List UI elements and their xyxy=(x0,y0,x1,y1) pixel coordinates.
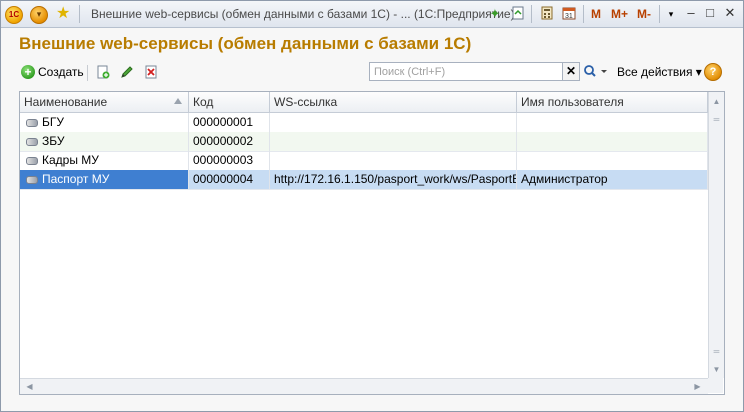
maximize-button[interactable]: □ xyxy=(702,5,718,21)
delete-mark-icon[interactable] xyxy=(143,64,159,80)
scroll-corner xyxy=(708,378,723,393)
title-bar: 1С ▾ ★ Внешние web-сервисы (обмен данным… xyxy=(1,1,743,28)
window-title: Внешние web-сервисы (обмен данными с баз… xyxy=(91,7,515,21)
column-header-name-label: Наименование xyxy=(24,95,108,109)
vertical-scrollbar[interactable]: ▲ ═ ═ ▼ xyxy=(708,92,724,378)
calendar-icon[interactable]: 31 xyxy=(561,6,577,22)
column-header-name[interactable]: Наименование xyxy=(20,92,189,112)
toolbar-separator xyxy=(87,65,88,81)
minimize-button[interactable]: – xyxy=(683,5,699,21)
memory-mminus-button[interactable]: M- xyxy=(637,6,651,22)
create-button-label: Создать xyxy=(38,65,84,79)
all-actions-menu[interactable]: Все действия ▾ xyxy=(617,65,702,79)
search-button[interactable] xyxy=(583,64,611,80)
favorites-star-icon[interactable]: ★ xyxy=(56,4,70,24)
column-header-code[interactable]: Код xyxy=(189,92,270,112)
title-separator xyxy=(79,5,80,23)
plus-icon: + xyxy=(21,65,35,79)
search-field-wrapper xyxy=(369,62,565,81)
cell-code: 000000001 xyxy=(189,113,270,132)
catalog-item-icon xyxy=(26,175,38,184)
sort-ascending-icon xyxy=(174,98,182,104)
scroll-left-icon[interactable]: ◀ xyxy=(22,379,37,394)
cell-code: 000000003 xyxy=(189,151,270,170)
memory-mplus-button[interactable]: M+ xyxy=(611,6,628,22)
search-input[interactable] xyxy=(370,63,564,80)
scroll-top-icon[interactable]: ═ xyxy=(709,112,724,127)
table-row[interactable]: БГУ 000000001 xyxy=(20,113,708,133)
cell-name: Кадры МУ xyxy=(20,151,189,170)
toolbar: + Создать ✕ Все действия ▾ ? xyxy=(1,59,743,85)
table-row-selected[interactable]: Паспорт МУ 000000004 http://172.16.1.150… xyxy=(20,170,708,190)
scroll-bottom-icon[interactable]: ═ xyxy=(709,344,724,359)
catalog-item-icon xyxy=(26,156,38,165)
catalog-item-icon xyxy=(26,118,38,127)
app-logo-icon[interactable]: 1С xyxy=(5,6,23,24)
link-icon[interactable] xyxy=(510,6,526,22)
cell-name-text: Паспорт МУ xyxy=(42,172,110,186)
scroll-right-icon[interactable]: ▶ xyxy=(690,379,705,394)
cell-name-text: ЗБУ xyxy=(42,134,65,148)
table-row[interactable]: Кадры МУ 000000003 xyxy=(20,151,708,171)
create-button[interactable]: + Создать xyxy=(21,63,84,81)
main-menu-button[interactable]: ▾ xyxy=(30,6,48,24)
cell-ws-link: http://172.16.1.150/pasport_work/ws/Pasp… xyxy=(270,170,517,189)
table-header: Наименование Код WS-ссылка Имя пользоват… xyxy=(20,92,708,113)
memory-m-button[interactable]: M xyxy=(591,6,601,22)
scroll-down-icon[interactable]: ▼ xyxy=(709,362,724,377)
cell-user xyxy=(517,151,708,170)
title-separator-2 xyxy=(531,5,532,23)
cell-code: 000000004 xyxy=(189,170,270,189)
catalog-item-icon xyxy=(26,137,38,146)
cell-user: Администратор xyxy=(517,170,708,189)
cell-code: 000000002 xyxy=(189,132,270,151)
title-separator-4 xyxy=(659,5,660,23)
calculator-icon[interactable] xyxy=(539,6,555,22)
table-row[interactable]: ЗБУ 000000002 xyxy=(20,132,708,152)
cell-ws-link xyxy=(270,151,517,170)
cell-ws-link xyxy=(270,132,517,151)
search-clear-button[interactable]: ✕ xyxy=(562,62,580,81)
edit-pencil-icon[interactable] xyxy=(119,64,135,80)
cell-user xyxy=(517,132,708,151)
column-header-ws-link[interactable]: WS-ссылка xyxy=(270,92,517,112)
window-menu-icon[interactable]: ▾ xyxy=(663,6,679,22)
close-button[interactable]: ✕ xyxy=(722,5,738,21)
app-window: 1С ▾ ★ Внешние web-сервисы (обмен данным… xyxy=(0,0,744,412)
svg-text:31: 31 xyxy=(565,13,573,20)
copy-icon[interactable] xyxy=(95,64,111,80)
chevron-down-icon: ▾ xyxy=(36,9,42,19)
column-header-user[interactable]: Имя пользователя xyxy=(517,92,708,112)
title-separator-3 xyxy=(583,5,584,23)
cell-name: БГУ xyxy=(20,113,189,132)
cell-user xyxy=(517,113,708,132)
cell-name: Паспорт МУ xyxy=(20,170,189,189)
add-to-favorites-icon[interactable]: ✦ xyxy=(487,6,503,22)
cell-name-text: Кадры МУ xyxy=(42,153,99,167)
cell-name-text: БГУ xyxy=(42,115,64,129)
cell-ws-link xyxy=(270,113,517,132)
page-title: Внешние web-сервисы (обмен данными с баз… xyxy=(19,34,472,53)
web-services-table: Наименование Код WS-ссылка Имя пользоват… xyxy=(19,91,725,395)
cell-name: ЗБУ xyxy=(20,132,189,151)
scroll-up-icon[interactable]: ▲ xyxy=(709,94,724,109)
app-logo-text: 1С xyxy=(8,10,20,19)
help-icon[interactable]: ? xyxy=(704,63,722,81)
horizontal-scrollbar[interactable]: ◀ ▶ xyxy=(20,378,708,394)
